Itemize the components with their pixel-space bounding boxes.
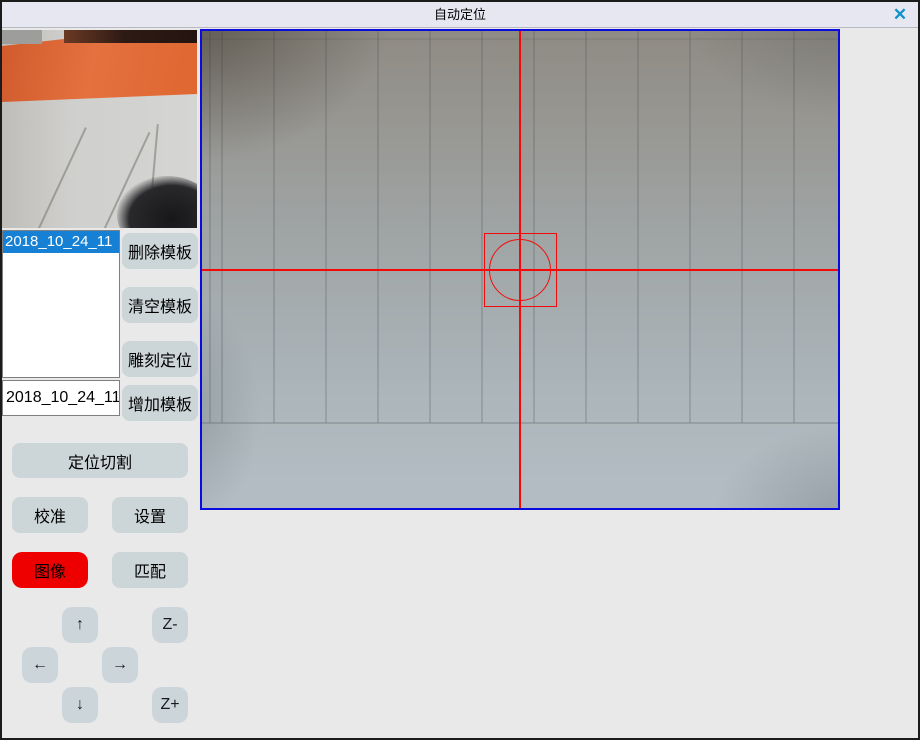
thumbnail-tile-line	[35, 127, 87, 228]
camera-view[interactable]	[200, 29, 840, 510]
arrow-right-icon: →	[112, 656, 128, 673]
title-bar: 自动定位 ✕	[2, 2, 918, 28]
thumbnail-orange-beam	[2, 30, 197, 132]
arrow-down-icon: ↓	[76, 696, 84, 713]
camera-image	[202, 31, 838, 508]
jog-left-button[interactable]: ←	[22, 647, 58, 683]
engrave-position-button[interactable]: 雕刻定位	[122, 341, 198, 377]
add-template-button[interactable]: 增加模板	[122, 385, 198, 421]
calibrate-button[interactable]: 校准	[12, 497, 88, 533]
z-plus-label: Z+	[160, 696, 179, 713]
template-name-input[interactable]	[2, 380, 120, 416]
template-list[interactable]: 2018_10_24_11	[2, 230, 120, 378]
z-minus-label: Z-	[162, 616, 177, 633]
delete-template-button[interactable]: 删除模板	[122, 233, 198, 269]
thumbnail-gray-patch	[2, 30, 42, 44]
arrow-up-icon: ↑	[76, 616, 84, 633]
arrow-left-icon: ←	[32, 656, 48, 673]
position-cut-button[interactable]: 定位切割	[12, 443, 188, 478]
settings-button[interactable]: 设置	[112, 497, 188, 533]
z-minus-button[interactable]: Z-	[152, 607, 188, 643]
auto-position-dialog: 自动定位 ✕ 2018_10_24_11 删除模板 清空模板 雕刻定位 增加模板…	[0, 0, 920, 740]
dialog-title: 自动定位	[2, 2, 918, 28]
thumbnail-dark-strip	[64, 30, 197, 43]
jog-down-button[interactable]: ↓	[62, 687, 98, 723]
crosshair-circle	[489, 239, 551, 301]
clear-templates-button[interactable]: 清空模板	[122, 287, 198, 323]
image-button[interactable]: 图像	[12, 552, 88, 588]
jog-up-button[interactable]: ↑	[62, 607, 98, 643]
close-icon[interactable]: ✕	[889, 4, 911, 26]
jog-right-button[interactable]: →	[102, 647, 138, 683]
z-plus-button[interactable]: Z+	[152, 687, 188, 723]
match-button[interactable]: 匹配	[112, 552, 188, 588]
template-preview-thumbnail	[2, 30, 197, 228]
thumbnail-dark-object	[117, 176, 197, 228]
template-list-item[interactable]: 2018_10_24_11	[3, 231, 119, 253]
